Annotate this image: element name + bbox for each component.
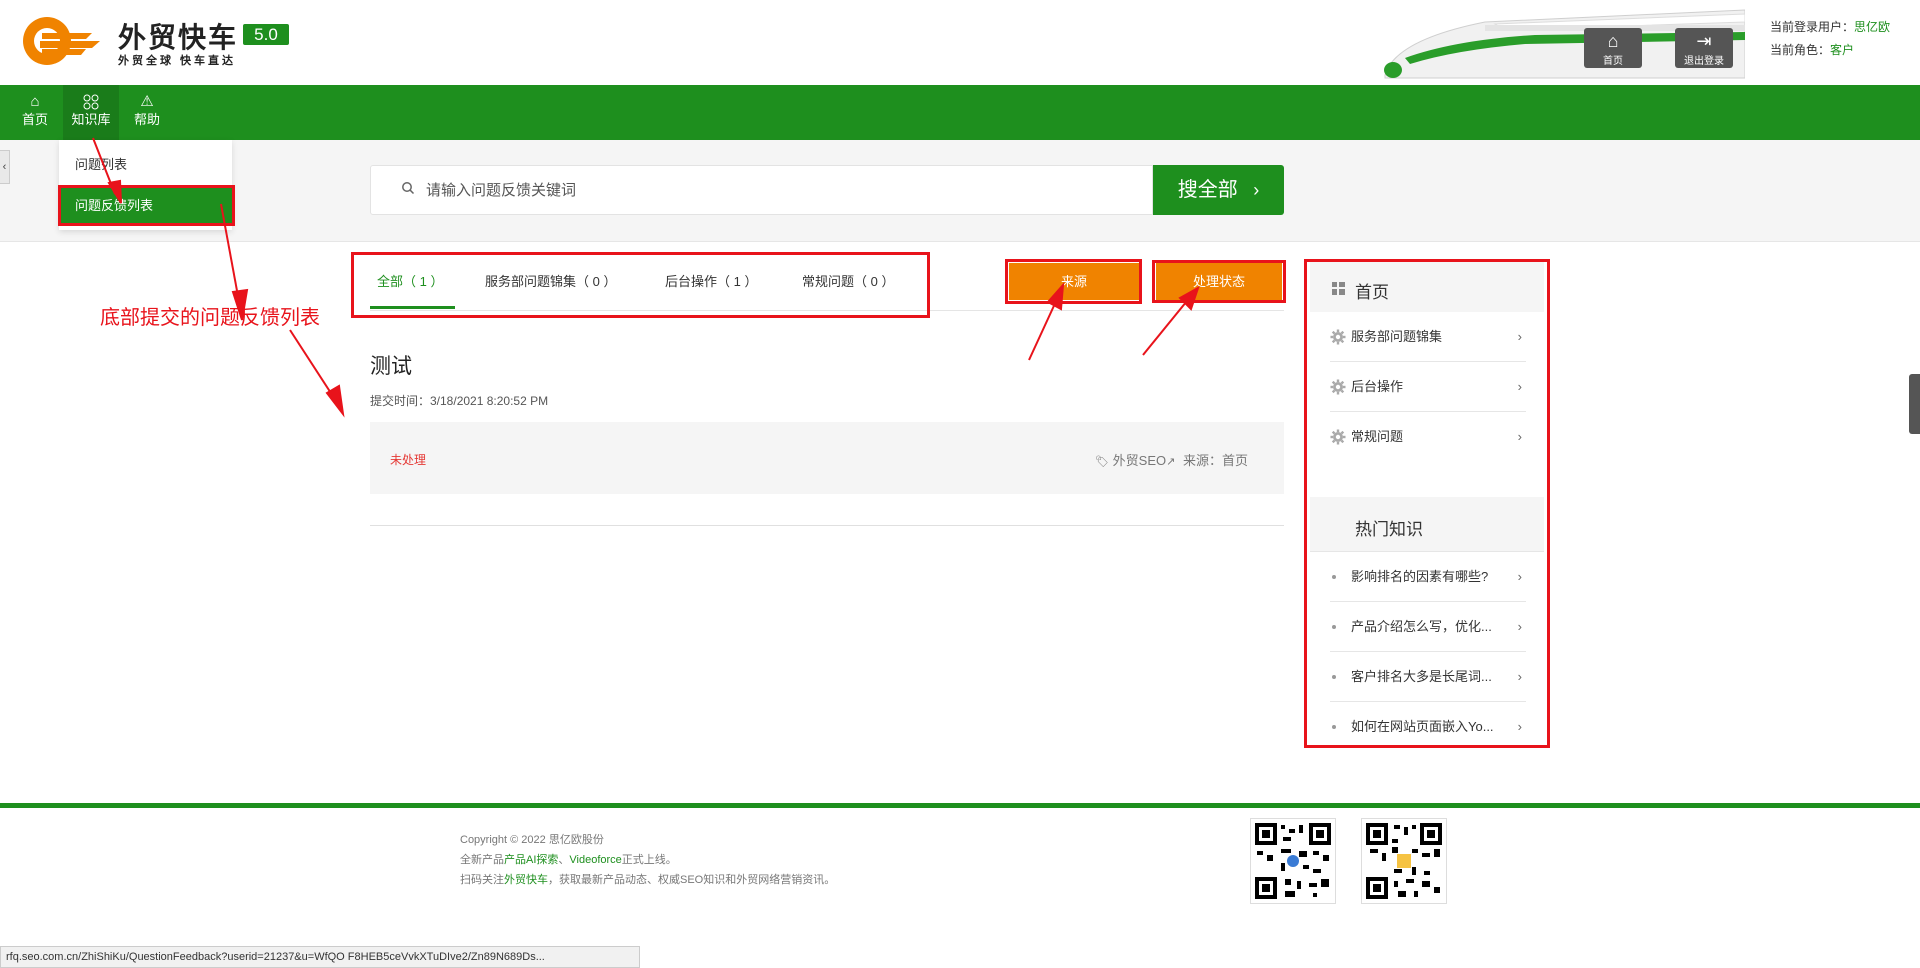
- qr-code-icon: [1255, 823, 1331, 899]
- nav-item-help[interactable]: ⚠ 帮助: [119, 85, 175, 140]
- warning-icon: ⚠: [140, 93, 154, 110]
- nav-item-label: 首页: [21, 112, 48, 127]
- search-box: [370, 165, 1153, 215]
- feedback-tag[interactable]: 外贸SEO: [1113, 453, 1166, 468]
- search-all-button[interactable]: 搜全部 ›: [1153, 165, 1284, 215]
- annotation-box-tabs: [351, 252, 930, 318]
- user-label: 当前登录用户：: [1770, 20, 1855, 34]
- annotation-box-source: [1005, 259, 1142, 304]
- nav-item-knowledge[interactable]: 知识库: [63, 85, 119, 140]
- grid-circles-icon: [63, 85, 119, 110]
- brand-title: 外贸快车: [118, 22, 239, 53]
- browser-status-url: rfq.seo.com.cn/ZhiShiKu/QuestionFeedback…: [0, 946, 640, 968]
- home-icon: ⌂: [1607, 31, 1619, 51]
- feedback-info-box: 未处理 🏷 外贸SEO↗ 来源：首页: [370, 422, 1284, 494]
- home-header-button[interactable]: ⌂ 首页: [1584, 28, 1642, 68]
- footer-text: 正式上线。: [621, 854, 677, 866]
- footer-text: 全新产品: [460, 854, 504, 866]
- header: 外贸快车 5.0 外贸全球 快车直达 ⌂ 首页 ⇥ 退出登录 当前登录用户：思亿…: [0, 0, 1920, 85]
- footer-text: ，获取最新产品动态、权威SEO知识和外贸网络营销资讯。: [548, 874, 836, 886]
- footer-link-videoforce[interactable]: Videoforce: [569, 854, 621, 866]
- feedback-time: 提交时间：3/18/2021 8:20:52 PM: [370, 394, 549, 408]
- feedback-title[interactable]: 测试: [370, 350, 412, 380]
- brand-version-badge: 5.0: [243, 24, 289, 45]
- side-widget-handle[interactable]: [1909, 374, 1920, 434]
- chevron-right-icon: ›: [1253, 180, 1260, 200]
- list-divider: [370, 525, 1284, 526]
- annotation-box-sidebar: [1304, 259, 1550, 748]
- user-value: 思亿欧: [1854, 20, 1891, 34]
- brand-slogan: 外贸全球 快车直达: [118, 55, 237, 67]
- footer-line-3: 扫码关注外贸快车，获取最新产品动态、权威SEO知识和外贸网络营销资讯。: [460, 871, 835, 887]
- user-info: 当前登录用户：思亿欧 当前角色：客户: [1770, 16, 1890, 62]
- role-value: 客户: [1830, 43, 1855, 57]
- tag-icon: 🏷: [1095, 456, 1110, 468]
- footer-text: 扫码关注: [460, 874, 504, 886]
- status-badge: 未处理: [390, 453, 427, 467]
- home-header-label: 首页: [1603, 56, 1623, 67]
- annotation-box-dropdown: [58, 185, 235, 226]
- footer-link-brand[interactable]: 外贸快车: [504, 874, 548, 886]
- external-link-icon: ↗: [1166, 456, 1176, 468]
- search-icon: [402, 182, 415, 195]
- qr-code-wechat: [1250, 818, 1336, 904]
- role-label: 当前角色：: [1770, 43, 1831, 57]
- logout-label: 退出登录: [1684, 56, 1724, 67]
- annotation-label: 底部提交的问题反馈列表: [100, 307, 320, 329]
- logout-icon: ⇥: [1696, 31, 1712, 51]
- logout-button[interactable]: ⇥ 退出登录: [1675, 28, 1733, 68]
- footer-link-product-ai[interactable]: 产品AI探索: [504, 854, 558, 866]
- nav-item-label: 知识库: [71, 112, 111, 127]
- dropdown-item-question-list[interactable]: 问题列表: [59, 146, 232, 184]
- home-icon: ⌂: [30, 93, 40, 110]
- footer-text: 、: [558, 854, 570, 866]
- footer-copyright: Copyright © 2022 思亿欧股份: [460, 834, 604, 846]
- footer: [0, 808, 1920, 968]
- logo-icon: [23, 17, 100, 65]
- search-input[interactable]: [426, 166, 1126, 214]
- qr-code-icon: [1366, 823, 1442, 899]
- nav-item-home[interactable]: ⌂ 首页: [7, 85, 63, 140]
- annotation-box-status: [1152, 260, 1286, 303]
- main-nav: ⌂ 首页 知识库 ⚠ 帮助: [0, 85, 1920, 140]
- footer-line-2: 全新产品产品AI探索、Videoforce正式上线。: [460, 851, 677, 867]
- collapse-sidebar-toggle[interactable]: ‹: [0, 150, 10, 184]
- feedback-source: 来源：首页: [1182, 453, 1248, 468]
- nav-item-label: 帮助: [133, 112, 160, 127]
- feedback-meta: 🏷 外贸SEO↗ 来源：首页: [1095, 450, 1248, 469]
- search-all-label: 搜全部: [1177, 179, 1238, 201]
- qr-code-app: [1361, 818, 1447, 904]
